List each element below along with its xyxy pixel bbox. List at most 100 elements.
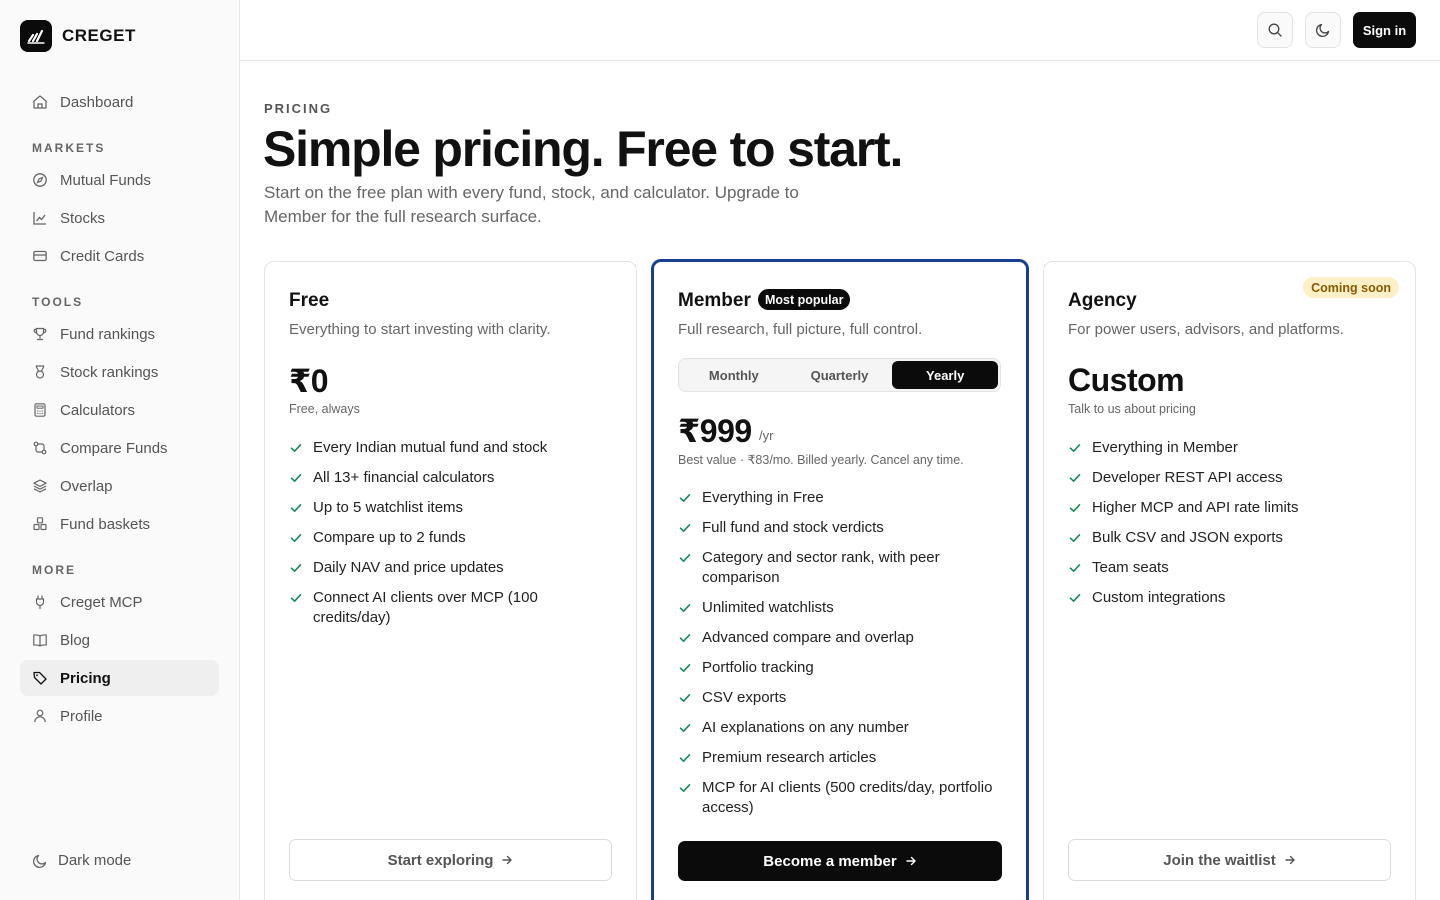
theme-toggle-button[interactable] <box>1305 12 1341 48</box>
feature-text: CSV exports <box>702 689 787 706</box>
button-label: Join the waitlist <box>1163 851 1276 869</box>
line-chart-icon <box>33 212 46 225</box>
sidebar-item-fund-baskets[interactable]: Fund baskets <box>20 506 219 542</box>
feature-text: Category and sector rank, with peer comp… <box>702 549 940 586</box>
sidebar-item-label: Profile <box>60 707 103 725</box>
billing-option-yearly[interactable]: Yearly <box>892 361 999 389</box>
feature-item: Custom integrations <box>1068 588 1388 608</box>
sidebar-item-stock-rankings[interactable]: Stock rankings <box>20 354 219 390</box>
plan-name: Member <box>678 290 751 311</box>
feature-item: Everything in Free <box>678 488 1003 508</box>
section-label-tools: TOOLS <box>32 295 84 309</box>
plug-icon <box>35 595 45 610</box>
search-icon <box>1268 23 1282 37</box>
sidebar-item-label: Mutual Funds <box>60 171 151 189</box>
feature-item: Advanced compare and overlap <box>678 628 1003 648</box>
dark-mode-toggle[interactable]: Dark mode <box>32 852 131 869</box>
sidebar-item-label: Overlap <box>60 477 113 495</box>
sidebar-item-mutual-funds[interactable]: Mutual Funds <box>20 162 219 198</box>
sidebar-item-fund-rankings[interactable]: Fund rankings <box>20 316 219 352</box>
sidebar-item-blog[interactable]: Blog <box>20 622 219 658</box>
sidebar-item-creget-mcp[interactable]: Creget MCP <box>20 584 219 620</box>
credit-card-icon <box>33 250 47 262</box>
check-icon <box>1069 444 1081 452</box>
sign-in-button[interactable]: Sign in <box>1353 12 1416 48</box>
check-icon <box>679 664 691 672</box>
top-bar: Sign in <box>240 0 1440 61</box>
feature-text: Every Indian mutual fund and stock <box>313 439 548 456</box>
feature-item: Unlimited watchlists <box>678 598 1003 618</box>
feature-item: All 13+ financial calculators <box>289 468 609 488</box>
check-icon <box>679 604 691 612</box>
trophy-icon <box>33 327 47 341</box>
plan-price: ₹0 <box>289 363 329 399</box>
button-label: Start exploring <box>387 851 494 869</box>
feature-text: Everything in Free <box>702 489 824 506</box>
moon-icon <box>32 854 47 868</box>
feature-text: Connect AI clients over MCP (100 credits… <box>313 589 538 626</box>
sidebar: CREGET Dashboard MARKETS Mutual Funds St… <box>0 0 240 900</box>
check-icon <box>290 564 302 572</box>
most-popular-badge: Most popular <box>758 289 851 310</box>
calculator-icon <box>34 403 46 417</box>
sidebar-item-compare-funds[interactable]: Compare Funds <box>20 430 219 466</box>
become-member-button[interactable]: Become a member <box>678 841 1002 881</box>
feature-text: Up to 5 watchlist items <box>313 499 464 516</box>
sidebar-item-label: Calculators <box>60 401 136 419</box>
search-button[interactable] <box>1257 12 1293 48</box>
sidebar-item-dashboard[interactable]: Dashboard <box>20 84 219 120</box>
section-label-markets: MARKETS <box>32 141 106 155</box>
page-title: Simple pricing. Free to start. <box>263 121 903 177</box>
brand[interactable]: CREGET <box>20 20 136 52</box>
sidebar-item-profile[interactable]: Profile <box>20 698 219 734</box>
plan-description: Full research, full picture, full contro… <box>678 321 923 338</box>
start-exploring-button[interactable]: Start exploring <box>289 839 612 881</box>
feature-text: Compare up to 2 funds <box>313 529 466 546</box>
plan-price-note: Free, always <box>289 402 360 416</box>
brand-name: CREGET <box>62 26 136 45</box>
sidebar-item-calculators[interactable]: Calculators <box>20 392 219 428</box>
feature-item: Every Indian mutual fund and stock <box>289 438 609 458</box>
arrow-right-icon <box>502 855 513 865</box>
plan-description: For power users, advisors, and platforms… <box>1068 321 1344 338</box>
book-open-icon <box>33 634 47 647</box>
button-label: Become a member <box>763 852 897 870</box>
check-icon <box>679 724 691 732</box>
medal-icon <box>35 365 45 379</box>
feature-item: Daily NAV and price updates <box>289 558 609 578</box>
sidebar-item-label: Fund rankings <box>60 325 156 343</box>
feature-text: Higher MCP and API rate limits <box>1092 499 1299 516</box>
sidebar-item-label: Compare Funds <box>60 439 168 457</box>
feature-item: Portfolio tracking <box>678 658 1003 678</box>
plan-description: Everything to start investing with clari… <box>289 321 551 338</box>
sidebar-item-label: Credit Cards <box>60 247 145 265</box>
sidebar-item-label: Fund baskets <box>60 515 151 533</box>
feature-list: Everything in Free Full fund and stock ve… <box>678 488 1003 828</box>
sidebar-item-label: Creget MCP <box>60 593 143 611</box>
billing-period-toggle: Monthly Quarterly Yearly <box>678 358 1001 392</box>
plan-price: ₹999 <box>678 413 752 449</box>
check-icon <box>679 634 691 642</box>
billing-option-monthly[interactable]: Monthly <box>681 361 787 389</box>
feature-list: Everything in Member Developer REST API a… <box>1068 438 1388 618</box>
feature-item: Team seats <box>1068 558 1388 578</box>
check-icon <box>679 554 691 562</box>
check-icon <box>679 494 691 502</box>
join-waitlist-button[interactable]: Join the waitlist <box>1068 839 1391 881</box>
feature-list: Every Indian mutual fund and stock All 13… <box>289 438 609 638</box>
sidebar-item-overlap[interactable]: Overlap <box>20 468 219 504</box>
billing-option-quarterly[interactable]: Quarterly <box>787 361 893 389</box>
feature-item: Connect AI clients over MCP (100 credits… <box>289 588 609 628</box>
sidebar-item-label: Pricing <box>60 669 111 687</box>
git-compare-icon <box>33 441 47 455</box>
sidebar-item-stocks[interactable]: Stocks <box>20 200 219 236</box>
check-icon <box>290 444 302 452</box>
feature-item: CSV exports <box>678 688 1003 708</box>
feature-item: Developer REST API access <box>1068 468 1388 488</box>
sidebar-item-label: Stock rankings <box>60 363 159 381</box>
feature-text: Custom integrations <box>1092 589 1226 606</box>
feature-text: Unlimited watchlists <box>702 599 834 616</box>
sidebar-item-credit-cards[interactable]: Credit Cards <box>20 238 219 274</box>
feature-item: Full fund and stock verdicts <box>678 518 1003 538</box>
sidebar-item-pricing[interactable]: Pricing <box>20 660 219 696</box>
